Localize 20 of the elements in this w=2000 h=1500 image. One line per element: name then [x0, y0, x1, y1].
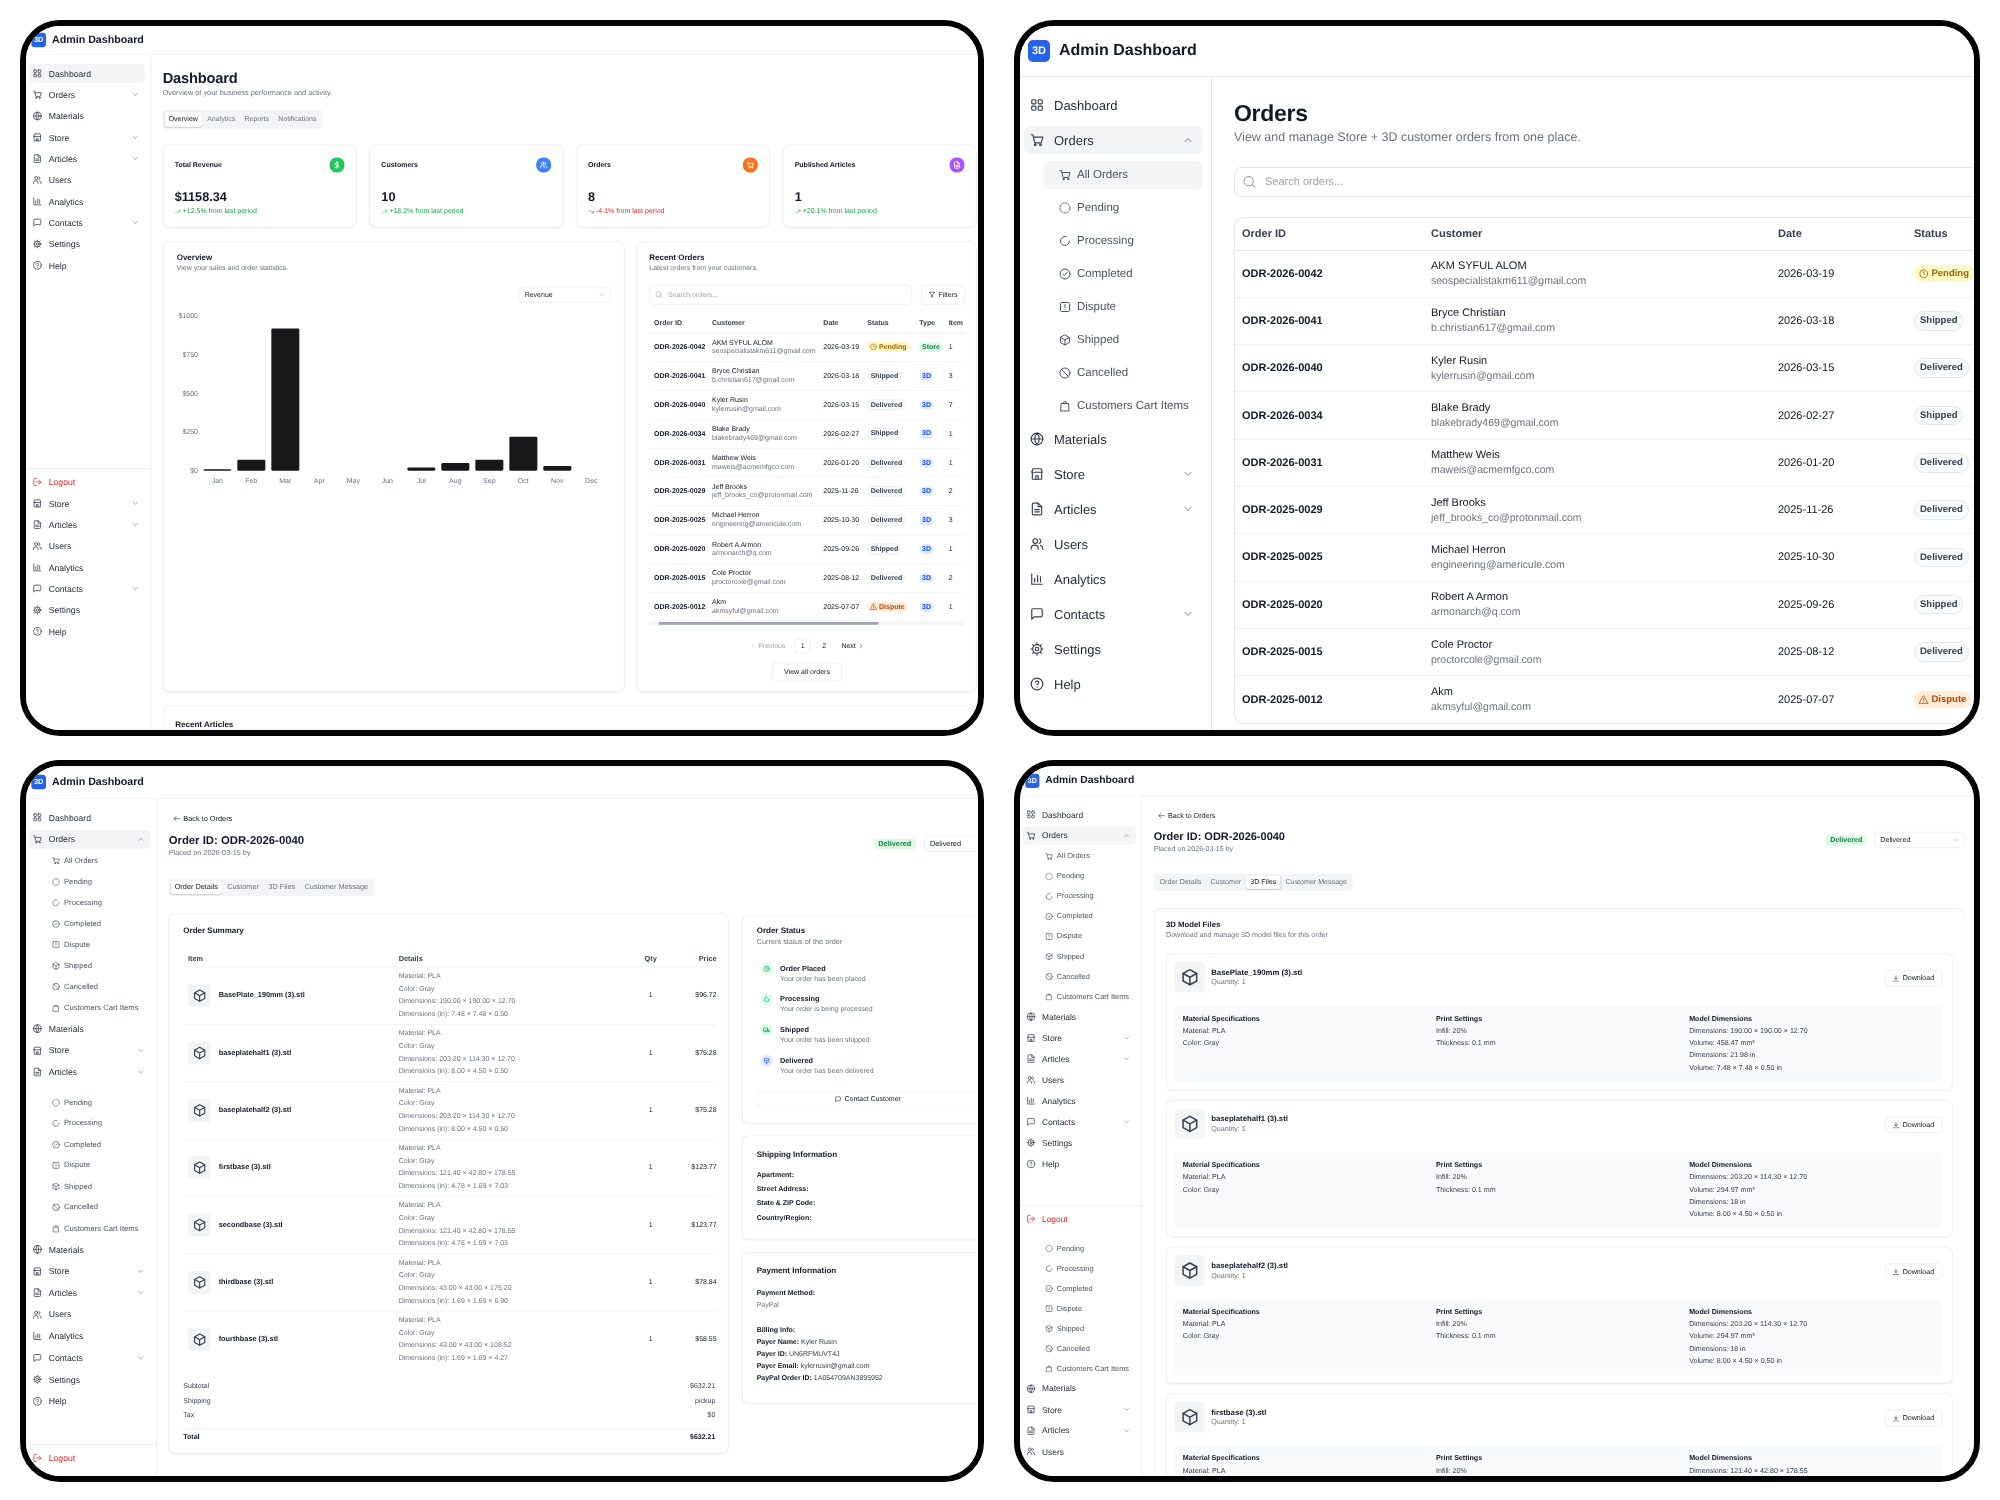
cube-icon	[188, 1155, 212, 1179]
cube-icon	[188, 1041, 212, 1065]
cube-icon	[1174, 961, 1206, 993]
cube-icon	[1174, 1108, 1206, 1140]
bar	[237, 459, 266, 471]
bar	[441, 462, 470, 471]
cube-icon	[188, 983, 212, 1007]
app-title: Admin Dashboard	[1059, 42, 1197, 60]
bar	[475, 459, 504, 471]
cube-icon	[188, 1327, 212, 1352]
cube-icon	[188, 1213, 212, 1237]
cube-icon	[1174, 1255, 1206, 1287]
cube-icon	[1174, 1401, 1206, 1433]
cube-icon	[188, 1098, 212, 1122]
horizontal-scrollbar[interactable]	[649, 621, 965, 626]
cube-icon	[188, 1270, 212, 1294]
page-title: Orders	[1234, 99, 1308, 127]
bar	[509, 436, 538, 471]
bar	[271, 328, 300, 471]
bar	[543, 466, 572, 471]
